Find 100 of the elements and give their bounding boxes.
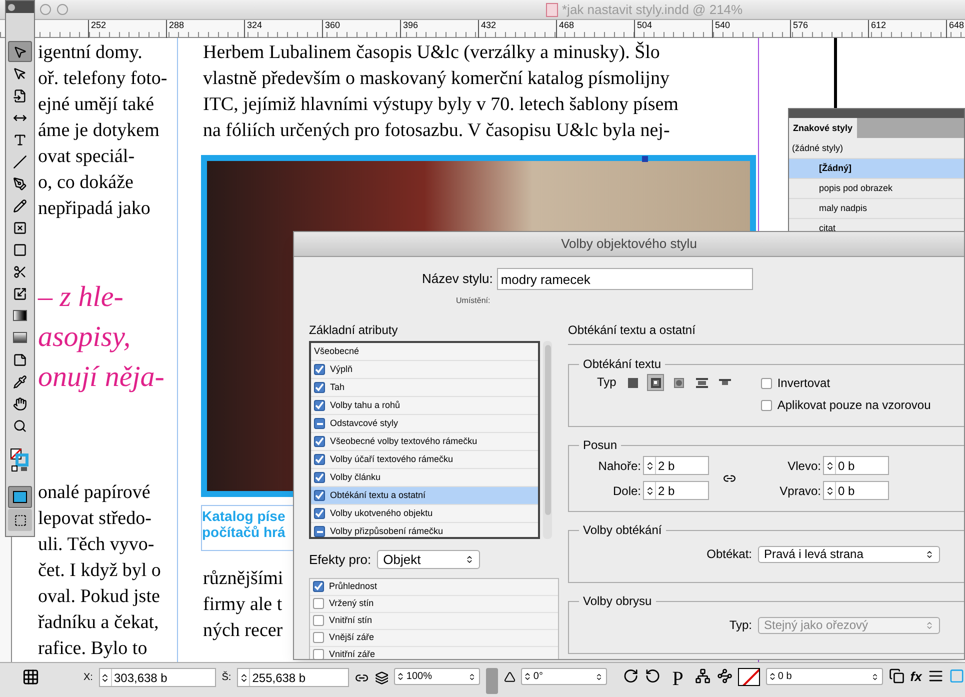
wrap-side-dropdown[interactable]: Pravá i levá strana <box>758 546 940 562</box>
attribute-checkbox[interactable] <box>314 418 325 429</box>
character-style-item[interactable]: maly nadpis <box>789 198 964 218</box>
offset-field[interactable]: 0 b <box>823 481 889 500</box>
body-text-line: oř. telefony foto- <box>38 67 168 91</box>
effect-checkbox[interactable] <box>313 598 324 609</box>
wrap-type-button[interactable] <box>647 374 664 391</box>
attribute-item[interactable]: Tah <box>311 379 538 397</box>
align-icon[interactable] <box>928 668 944 684</box>
body-text-line: oval. Pokud jste <box>38 585 161 609</box>
stepper-icon[interactable] <box>768 672 777 681</box>
attribute-item[interactable]: Výplň <box>311 361 538 379</box>
body-text-line: Herbem Lubalinem časopis U&lc (verzálky a minusky). Šlo <box>203 40 661 65</box>
pull-quote-line: – z hle- <box>38 280 124 315</box>
effect-checkbox[interactable] <box>313 649 324 659</box>
effect-label: Vnější záře <box>329 630 374 644</box>
ruler-label: 648 <box>946 20 965 38</box>
stepper-icon[interactable] <box>396 672 406 681</box>
attribute-checkbox[interactable] <box>314 526 325 537</box>
attribute-checkbox[interactable] <box>314 454 325 465</box>
normal-view-button[interactable] <box>8 486 32 508</box>
effect-checkbox[interactable] <box>313 615 324 626</box>
character-style-item[interactable]: [Žádný] <box>789 158 964 178</box>
effect-label: Vnitřní stín <box>329 614 372 627</box>
stroke-weight-field[interactable]: 0 b <box>766 668 883 685</box>
angle-icon <box>504 671 516 683</box>
rotate-clockwise-icon[interactable] <box>623 668 639 684</box>
attribute-checkbox[interactable] <box>314 436 325 447</box>
effect-checkbox[interactable] <box>313 632 324 643</box>
offset-field[interactable]: 2 b <box>643 481 709 500</box>
checkbox-label: Invertovat <box>777 375 830 392</box>
screen-mode-icon <box>14 514 26 526</box>
body-text-line: ejné umějí také <box>38 93 156 117</box>
offset-field[interactable]: 0 b <box>823 456 889 475</box>
section-heading: Obtékání textu a ostatní <box>568 321 964 345</box>
offset-field[interactable]: 2 b <box>643 456 709 475</box>
scrollbar[interactable] <box>543 341 552 539</box>
attribute-checkbox[interactable] <box>314 400 325 411</box>
effects-target-dropdown[interactable]: Objekt <box>377 550 480 570</box>
attribute-item[interactable]: Všeobecné <box>311 343 538 361</box>
screen-mode-button[interactable] <box>8 509 32 531</box>
field-label: Efekty pro: <box>309 551 372 569</box>
wrap-option-checkbox[interactable] <box>761 400 772 410</box>
effect-label: Průhlednost <box>329 580 378 593</box>
style-name-field[interactable]: modry ramecek <box>496 268 753 290</box>
body-text-line: ných recer <box>203 619 283 643</box>
attribute-item[interactable]: Volby účaří textového rámečku <box>311 451 538 469</box>
character-style-item[interactable]: popis pod obrazek <box>789 178 964 198</box>
rotate-counterclockwise-icon[interactable] <box>644 668 660 684</box>
ruler-label: 288 <box>166 20 244 38</box>
attribute-item[interactable]: Volby ukotveného objektu <box>311 505 538 523</box>
panel-close-button[interactable] <box>8 4 15 10</box>
hierarchy-icon[interactable] <box>695 668 711 684</box>
attribute-item[interactable]: Obtékání textu a ostatní <box>311 487 538 505</box>
caption-line: Katalog píse <box>202 508 286 524</box>
stroke-swatch[interactable] <box>738 668 760 686</box>
ruler-label: 504 <box>634 20 712 38</box>
panel-tab[interactable]: Znakové styly <box>789 118 857 138</box>
effects-glyph[interactable]: fx <box>910 668 922 686</box>
ruler-label: 612 <box>868 20 946 38</box>
stepper-icon[interactable] <box>100 672 110 682</box>
attribute-item[interactable]: Všeobecné volby textového rámečku <box>311 433 538 451</box>
effect-checkbox[interactable] <box>313 581 324 592</box>
ruler-label: 540 <box>712 20 790 38</box>
stepper-icon[interactable] <box>644 460 654 470</box>
rotation-field[interactable]: 0° <box>521 668 608 685</box>
dropdown-icon[interactable] <box>870 672 879 680</box>
attribute-checkbox[interactable] <box>314 472 325 483</box>
field-label: X: <box>84 671 93 685</box>
location-label: Umístění: <box>455 295 492 307</box>
drop-shadow-icon[interactable] <box>888 668 904 684</box>
frame-content-glyph: P <box>671 668 684 690</box>
reference-point-icon[interactable] <box>22 668 40 686</box>
stepper-icon[interactable] <box>824 486 834 496</box>
nodes-icon[interactable] <box>716 668 732 684</box>
selection-tool-icon[interactable] <box>8 41 32 62</box>
attribute-item[interactable]: Volby přizpůsobení rámečku <box>311 523 538 537</box>
x-position-field[interactable]: 303,638 b <box>98 668 216 687</box>
field-label: Nahoře: <box>597 458 642 474</box>
attribute-item[interactable]: Odstavcové styly <box>311 415 538 433</box>
attribute-item[interactable]: Volby tahu a rohů <box>311 397 538 415</box>
width-field[interactable]: 255,638 b <box>237 668 350 687</box>
stepper-icon[interactable] <box>824 460 834 470</box>
stepper-icon[interactable] <box>644 486 654 496</box>
frame-handle[interactable] <box>642 156 648 162</box>
dropdown-icon[interactable] <box>595 672 604 680</box>
attribute-checkbox[interactable] <box>314 382 325 393</box>
document-icon <box>546 2 558 16</box>
body-text-line: vlastně především o maskovaný komerční katalog písmolijny <box>203 67 670 91</box>
attribute-checkbox[interactable] <box>314 364 325 375</box>
body-text-line: různějšími <box>203 567 284 591</box>
dropdown-icon <box>465 555 474 564</box>
dropdown-icon[interactable] <box>468 672 476 680</box>
wrap-option-checkbox[interactable] <box>761 378 772 388</box>
attribute-checkbox[interactable] <box>314 490 325 501</box>
stepper-icon[interactable] <box>238 672 249 682</box>
ruler-label: 396 <box>400 20 478 38</box>
scale-field[interactable]: 100% <box>394 668 480 685</box>
stepper-icon[interactable] <box>523 672 532 681</box>
attribute-checkbox[interactable] <box>314 508 325 519</box>
